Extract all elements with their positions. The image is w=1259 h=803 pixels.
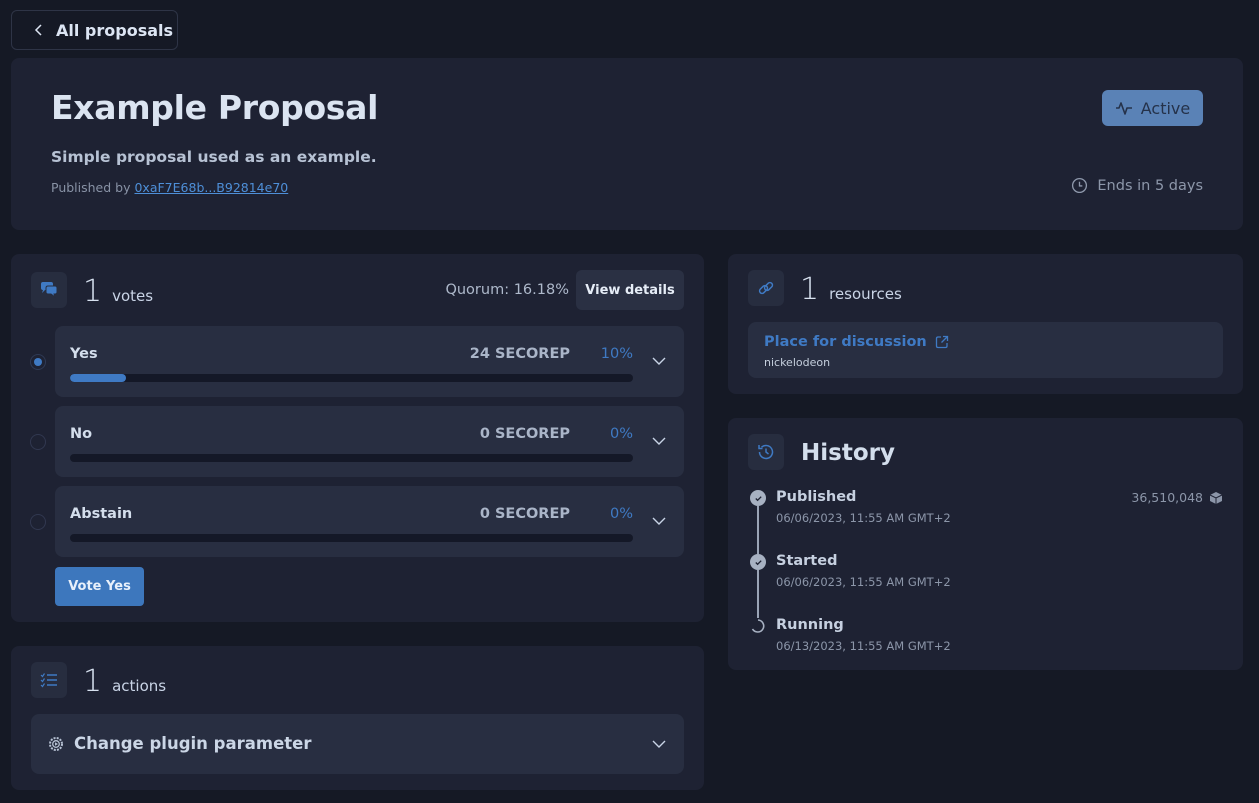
proposal-header-card: Example Proposal Simple proposal used as… — [11, 58, 1243, 230]
vote-option-label: Abstain — [70, 506, 133, 522]
chevron-down-icon[interactable] — [652, 737, 666, 751]
proposal-title: Example Proposal — [51, 88, 379, 127]
actions-count-label: actions — [112, 677, 167, 695]
status-badge: Active — [1102, 90, 1203, 126]
vote-option-percent: 0% — [609, 506, 633, 522]
published-by-label: Published by — [51, 180, 131, 195]
vote-option-amount: 0 SECOREP — [479, 506, 570, 522]
vote-option-percent: 0% — [609, 426, 633, 442]
vote-option-label: Yes — [70, 346, 98, 362]
vote-option-amount: 24 SECOREP — [469, 346, 570, 362]
resources-card: 1 resources Place for discussion nickelo… — [728, 254, 1243, 394]
resources-count-label: resources — [829, 285, 902, 303]
timeline-connector — [757, 506, 759, 554]
vote-progress-fill — [70, 374, 127, 382]
resource-subtitle: nickelodeon — [764, 356, 831, 369]
vote-option-radio-abstain[interactable] — [30, 514, 46, 530]
block-number: 36,510,048 — [1131, 490, 1223, 505]
ends-in-label: Ends in 5 days — [1097, 177, 1203, 194]
votes-count-number: 1 — [83, 274, 103, 309]
view-details-button[interactable]: View details — [576, 270, 684, 310]
vote-option-amount: 0 SECOREP — [479, 426, 570, 442]
proposal-description: Simple proposal used as an example. — [51, 148, 377, 166]
history-event-label: Published — [776, 489, 857, 505]
back-to-proposals-button[interactable]: All proposals — [11, 10, 178, 50]
actions-icon-box — [31, 662, 67, 698]
resources-count-number: 1 — [800, 272, 820, 307]
history-title: History — [801, 440, 895, 466]
votes-card: 1 votes Quorum: 16.18% View details Yes … — [11, 254, 704, 622]
history-card: History 36,510,048 Published 06/06/2023,… — [728, 418, 1243, 670]
vote-option-percent: 10% — [600, 346, 633, 362]
action-item[interactable]: Change plugin parameter — [31, 714, 684, 774]
resources-count: 1 resources — [800, 272, 902, 307]
history-icon — [758, 444, 774, 460]
checklist-icon — [40, 673, 57, 688]
resource-link[interactable]: Place for discussion — [764, 334, 949, 350]
history-icon-box — [748, 434, 784, 470]
vote-option-label: No — [70, 426, 93, 442]
resource-link-label: Place for discussion — [764, 334, 927, 350]
resource-item: Place for discussion nickelodeon — [748, 322, 1223, 378]
vote-progress-track — [70, 534, 633, 542]
chevron-down-icon[interactable] — [652, 514, 666, 528]
vote-progress-track — [70, 454, 633, 462]
vote-option-abstain[interactable]: Abstain 0 SECOREP 0% — [55, 486, 684, 557]
vote-yes-button[interactable]: Vote Yes — [55, 567, 144, 606]
timeline-connector — [757, 570, 759, 618]
resources-icon-box — [748, 270, 784, 306]
check-circle-icon — [750, 490, 766, 506]
cube-icon — [1209, 491, 1223, 504]
actions-count: 1 actions — [83, 664, 166, 699]
vote-option-radio-no[interactable] — [30, 434, 46, 450]
votes-icon-box — [31, 272, 67, 308]
vote-option-yes[interactable]: Yes 24 SECOREP 10% — [55, 326, 684, 397]
action-item-label: Change plugin parameter — [74, 734, 312, 753]
published-by: Published by 0xaF7E68b...B92814e70 — [51, 180, 288, 195]
history-event-date: 06/06/2023, 11:55 AM GMT+2 — [776, 511, 951, 525]
actions-card: 1 actions Change plugin parameter — [11, 646, 704, 790]
history-event-date: 06/13/2023, 11:55 AM GMT+2 — [776, 639, 951, 653]
clock-icon — [1072, 177, 1088, 194]
activity-icon — [1115, 102, 1132, 115]
chevron-down-icon[interactable] — [652, 354, 666, 368]
ends-in: Ends in 5 days — [1071, 177, 1203, 194]
back-label: All proposals — [56, 20, 174, 40]
votes-count-label: votes — [112, 287, 154, 305]
vote-option-no[interactable]: No 0 SECOREP 0% — [55, 406, 684, 477]
history-event-label: Running — [776, 617, 844, 633]
block-number-value: 36,510,048 — [1131, 490, 1203, 505]
chevron-left-icon — [34, 24, 42, 36]
chevron-down-icon[interactable] — [652, 434, 666, 448]
actions-count-number: 1 — [83, 664, 103, 699]
history-event-date: 06/06/2023, 11:55 AM GMT+2 — [776, 575, 951, 589]
status-label: Active — [1140, 98, 1191, 118]
loading-spinner-icon — [751, 619, 765, 633]
publisher-address-link[interactable]: 0xaF7E68b...B92814e70 — [134, 180, 288, 195]
vote-option-radio-yes[interactable] — [30, 354, 46, 370]
vote-progress-track — [70, 374, 633, 382]
chat-bubbles-icon — [41, 282, 58, 299]
check-circle-icon — [750, 554, 766, 570]
link-icon — [758, 281, 774, 295]
external-link-icon — [935, 335, 948, 349]
history-event-label: Started — [776, 553, 838, 569]
gear-icon — [49, 737, 63, 751]
quorum-label: Quorum: 16.18% — [445, 282, 569, 298]
votes-count: 1 votes — [83, 274, 153, 309]
